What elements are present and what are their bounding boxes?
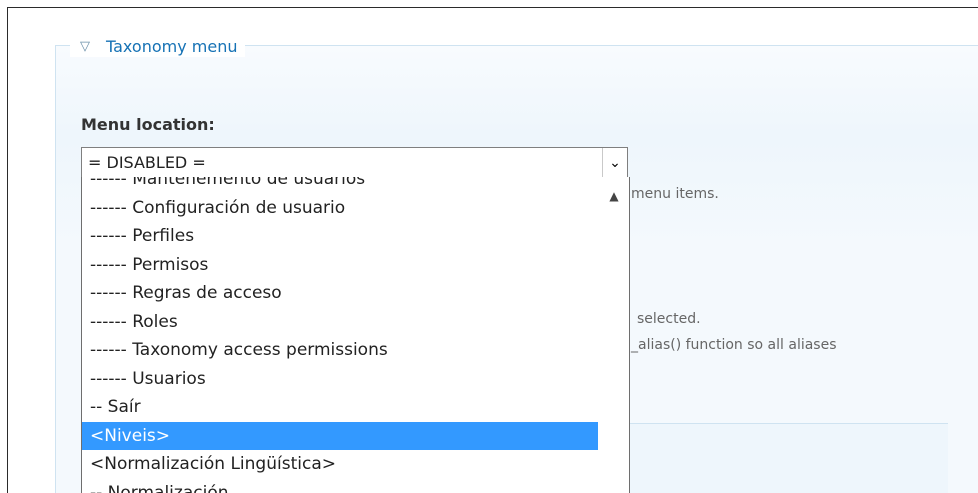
fieldset-legend-label[interactable]: Taxonomy menu xyxy=(106,37,237,56)
nested-fieldset xyxy=(600,423,948,493)
triangle-down-icon[interactable]: ▽ xyxy=(80,39,90,54)
dropdown-option[interactable]: <Normalización Lingüística> xyxy=(82,450,598,479)
dropdown-option[interactable]: -- Saír xyxy=(82,393,598,422)
menu-location-select[interactable]: = DISABLED = ⌄ xyxy=(81,147,628,178)
chevron-down-icon[interactable]: ⌄ xyxy=(602,148,627,177)
dropdown-option[interactable]: ------ Perfiles xyxy=(82,222,598,251)
dropdown-option[interactable]: ------ Configuración de usuario xyxy=(82,194,598,223)
fieldset-legend[interactable]: ▽ Taxonomy menu xyxy=(70,35,246,57)
chevron-up-icon[interactable]: ▲ xyxy=(599,189,629,203)
description-text-2: selected. xyxy=(637,311,701,327)
description-text-3: _alias() function so all aliases xyxy=(631,337,837,353)
menu-location-label: Menu location: xyxy=(81,115,215,134)
dropdown-scrollbar[interactable]: ▲ xyxy=(599,177,629,493)
dropdown-option[interactable]: -- Normalización xyxy=(82,479,598,493)
description-text-1: menu items. xyxy=(631,186,719,202)
dropdown-option[interactable]: ------ Regras de acceso xyxy=(82,279,598,308)
dropdown-option[interactable]: ------ Roles xyxy=(82,308,598,337)
dropdown-option[interactable]: ------ Usuarios xyxy=(82,365,598,394)
dropdown-option[interactable]: <Niveis> xyxy=(82,421,598,450)
dropdown-option[interactable]: ------ Permisos xyxy=(82,251,598,280)
dropdown-option[interactable]: ------ Taxonomy access permissions xyxy=(82,336,598,365)
menu-location-selected-value: = DISABLED = xyxy=(88,153,206,172)
menu-location-dropdown-list[interactable]: ------ Mantenemento de usuarios ------ Co… xyxy=(81,177,630,493)
dropdown-option[interactable]: ------ Mantenemento de usuarios xyxy=(82,177,598,194)
